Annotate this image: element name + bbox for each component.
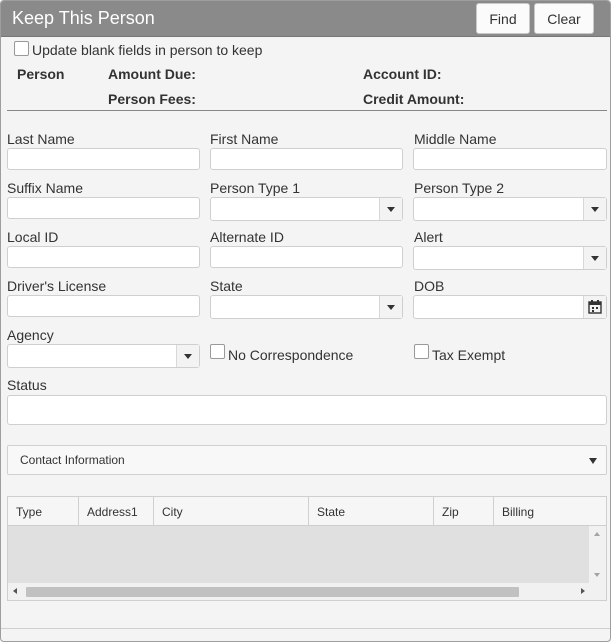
status-input[interactable] (7, 395, 607, 425)
alternate-id-label: Alternate ID (210, 229, 284, 245)
no-correspondence-checkbox[interactable] (210, 344, 225, 359)
alert-select[interactable] (413, 246, 607, 270)
vertical-scrollbar[interactable] (589, 526, 606, 583)
suffix-name-input[interactable] (7, 197, 200, 219)
status-label: Status (7, 377, 47, 393)
scroll-right-icon[interactable] (581, 588, 585, 594)
contact-grid-header: Type Address1 City State Zip Billing (8, 497, 590, 526)
chevron-down-icon[interactable] (379, 198, 402, 220)
person-fees-label: Person Fees: (108, 91, 196, 107)
middle-name-input[interactable] (413, 148, 607, 170)
no-correspondence-label: No Correspondence (228, 347, 354, 363)
middle-name-label: Middle Name (414, 131, 497, 147)
scroll-up-icon[interactable] (594, 532, 600, 536)
horizontal-scrollbar[interactable] (8, 583, 590, 600)
chevron-down-icon[interactable] (583, 247, 606, 269)
calendar-icon[interactable] (583, 296, 606, 318)
drivers-license-input[interactable] (7, 295, 200, 317)
scroll-down-icon[interactable] (594, 573, 600, 577)
local-id-input[interactable] (7, 246, 200, 268)
contact-information-label: Contact Information (20, 453, 125, 467)
amount-due-label: Amount Due: (108, 66, 196, 82)
column-city[interactable]: City (154, 497, 309, 526)
column-zip[interactable]: Zip (434, 497, 494, 526)
credit-amount-label: Credit Amount: (363, 91, 465, 107)
column-type[interactable]: Type (8, 497, 79, 526)
agency-label: Agency (7, 327, 54, 343)
person-type-1-select[interactable] (210, 197, 403, 221)
column-billing[interactable]: Billing (494, 497, 590, 526)
person-type-2-label: Person Type 2 (414, 180, 505, 196)
person-type-1-label: Person Type 1 (210, 180, 301, 196)
first-name-input[interactable] (210, 148, 403, 170)
account-id-label: Account ID: (363, 66, 442, 82)
scroll-left-icon[interactable] (13, 588, 17, 594)
first-name-label: First Name (210, 131, 279, 147)
alternate-id-input[interactable] (210, 246, 403, 268)
scroll-corner (589, 583, 606, 600)
dialog-titlebar: Keep This Person Find Clear (1, 1, 610, 37)
alert-label: Alert (414, 229, 443, 245)
person-type-2-select[interactable] (413, 197, 607, 221)
local-id-label: Local ID (7, 229, 59, 245)
dob-label: DOB (414, 278, 445, 294)
last-name-label: Last Name (7, 131, 75, 147)
tax-exempt-checkbox[interactable] (414, 344, 429, 359)
find-button[interactable]: Find (476, 3, 530, 34)
dob-input[interactable] (413, 295, 607, 319)
person-label: Person (17, 66, 65, 82)
state-select[interactable] (210, 295, 403, 319)
update-blank-checkbox[interactable] (14, 41, 29, 56)
state-label: State (210, 278, 243, 294)
last-name-input[interactable] (7, 148, 200, 170)
chevron-down-icon[interactable] (176, 345, 199, 367)
horizontal-scroll-thumb[interactable] (26, 587, 519, 597)
column-address1[interactable]: Address1 (79, 497, 154, 526)
contact-grid: Type Address1 City State Zip Billing (7, 496, 607, 601)
drivers-license-label: Driver's License (7, 278, 107, 294)
footer-divider (1, 628, 610, 629)
summary-divider (7, 110, 607, 111)
keep-this-person-dialog: Keep This Person Find Clear Update blank… (0, 0, 611, 642)
grid-header-filler (589, 497, 606, 526)
update-blank-label: Update blank fields in person to keep (32, 42, 263, 58)
chevron-down-icon[interactable] (379, 296, 402, 318)
tax-exempt-label: Tax Exempt (432, 347, 506, 363)
chevron-down-icon[interactable] (589, 458, 597, 464)
column-state[interactable]: State (309, 497, 434, 526)
dialog-title: Keep This Person (12, 8, 155, 28)
clear-button[interactable]: Clear (534, 3, 594, 34)
contact-information-header[interactable]: Contact Information (7, 445, 607, 475)
suffix-name-label: Suffix Name (7, 180, 83, 196)
chevron-down-icon[interactable] (583, 198, 606, 220)
agency-select[interactable] (7, 344, 200, 368)
